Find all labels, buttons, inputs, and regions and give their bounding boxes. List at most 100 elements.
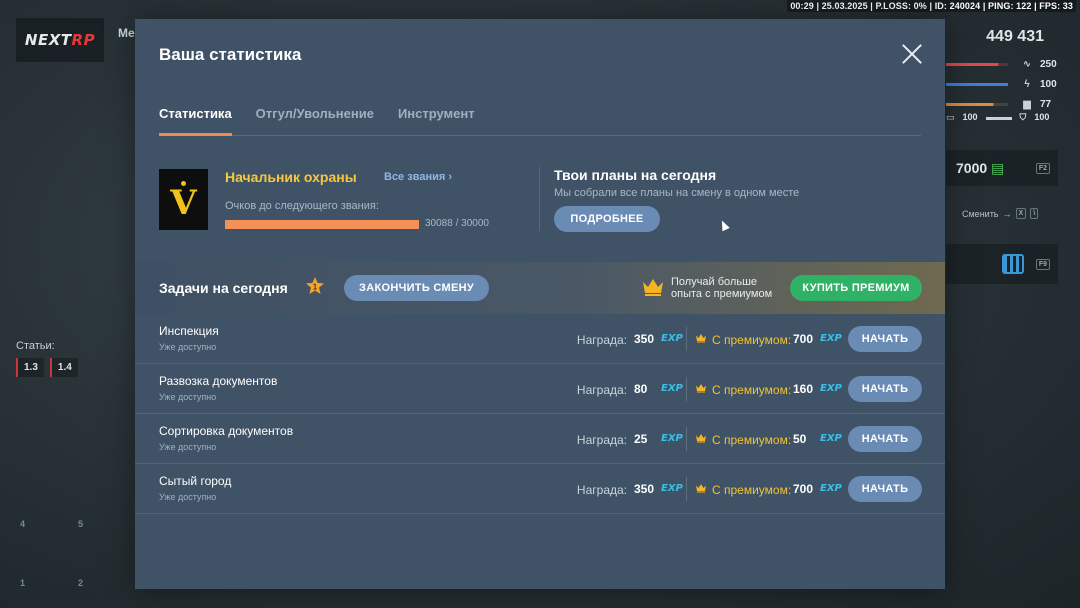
modal-title: Ваша статистика: [159, 45, 302, 64]
hud-cash-value: 7000 ▤: [956, 160, 1004, 177]
hud-food-row: ▆ 77: [946, 94, 1066, 114]
task-status: Уже доступно: [159, 392, 217, 402]
premium-promo-text: Получай больше опыта с премиумом: [671, 276, 772, 300]
start-task-button[interactable]: НАЧАТЬ: [848, 326, 922, 352]
exp-icon: EXP: [661, 433, 683, 444]
cash-hotkey: F2: [1035, 162, 1050, 174]
row-separator: [686, 327, 687, 351]
exp-icon: EXP: [820, 433, 842, 444]
calendar-icon: [1001, 254, 1024, 274]
section-divider: [539, 167, 540, 231]
start-task-button[interactable]: НАЧАТЬ: [848, 376, 922, 402]
exp-icon: EXP: [661, 333, 683, 344]
task-row: Сытый город Уже доступно Награда: 350 EX…: [135, 464, 945, 514]
calendar-hotkey: F9: [1035, 258, 1050, 270]
crown-icon: [696, 434, 706, 443]
premium-reward-value: 700: [793, 482, 814, 496]
mouse-cursor-icon: [718, 218, 730, 232]
finish-shift-button[interactable]: ЗАКОНЧИТЬ СМЕНУ: [344, 275, 489, 301]
points-label: Очков до следующего звания:: [225, 200, 379, 212]
crown-icon: [696, 384, 706, 393]
premium-reward-label: С премиумом:: [712, 333, 792, 347]
task-row: Инспекция Уже доступно Награда: 350 EXP …: [135, 314, 945, 364]
rank-name: Начальник охраны: [225, 169, 357, 185]
tab-leave-dismissal[interactable]: Отгул/Увольнение: [256, 106, 374, 136]
close-icon[interactable]: [901, 43, 923, 65]
premium-reward-label: С премиумом:: [712, 383, 792, 397]
lightning-icon: ϟ: [1024, 78, 1030, 90]
buy-premium-button[interactable]: КУПИТЬ ПРЕМИУМ: [790, 275, 922, 301]
articles-label: Статьи:: [16, 340, 55, 352]
reward-value: 25: [634, 432, 648, 446]
row-separator: [686, 377, 687, 401]
health-value: 250: [1040, 58, 1057, 70]
hud-articles: Статьи: 1.3 1.4: [16, 340, 78, 377]
statistics-modal: Ваша статистика Статистика Отгул/Увольне…: [135, 19, 945, 589]
hud-armor: ▭ 100 ⛉ 100: [946, 112, 1049, 123]
plans-title: Твои планы на сегодня: [554, 167, 717, 183]
exp-icon: EXP: [661, 483, 683, 494]
crown-icon: [696, 484, 706, 493]
plans-subtitle: Мы собрали все планы на смену в одном ме…: [554, 187, 800, 199]
hud-stat-bars: ∿ 250 ϟ 100 ▆ 77: [946, 54, 1066, 114]
premium-promo-line1: Получай больше: [671, 276, 758, 288]
reward-label: Награда:: [576, 483, 627, 497]
all-ranks-link[interactable]: Все звания ›: [384, 171, 452, 183]
change-key-1: X: [1015, 208, 1027, 219]
task-status: Уже доступно: [159, 442, 217, 452]
rank-progress-fill: [225, 220, 419, 229]
row-separator: [686, 427, 687, 451]
premium-reward-value: 700: [793, 332, 814, 346]
energy-value: 100: [1040, 78, 1057, 90]
task-row: Развозка документов Уже доступно Награда…: [135, 364, 945, 414]
start-task-button[interactable]: НАЧАТЬ: [848, 426, 922, 452]
premium-reward-value: 50: [793, 432, 807, 446]
task-name: Сытый город: [159, 474, 232, 488]
star-number: 1: [313, 283, 318, 292]
food-value: 77: [1040, 98, 1052, 110]
armor-left-value: 100: [962, 112, 978, 122]
logo-accent-text: RP: [71, 31, 96, 49]
tab-tool[interactable]: Инструмент: [398, 106, 475, 136]
tab-bar: Статистика Отгул/Увольнение Инструмент: [159, 106, 921, 136]
arrow-right-icon: →: [1002, 208, 1012, 219]
heartbeat-icon: ∿: [1022, 58, 1032, 70]
exp-icon: EXP: [661, 383, 683, 394]
reward-label: Награда:: [576, 433, 627, 447]
hud-cash-box: 7000 ▤ F2: [946, 150, 1058, 186]
reward-value: 80: [634, 382, 648, 396]
task-name: Инспекция: [159, 324, 219, 338]
hud-health-row: ∿ 250: [946, 54, 1066, 74]
start-task-button[interactable]: НАЧАТЬ: [848, 476, 922, 502]
slot-number: 1: [20, 578, 26, 588]
hud-info-bar: 00:29 | 25.03.2025 | P.LOSS: 0% | ID: 24…: [787, 0, 1076, 12]
premium-reward-label: С премиумом:: [712, 433, 792, 447]
change-label: Сменить: [962, 208, 999, 219]
premium-reward-value: 160: [793, 382, 814, 396]
tab-statistics[interactable]: Статистика: [159, 106, 232, 136]
rank-insignia-icon: V: [159, 169, 208, 230]
slot-number: 4: [20, 519, 26, 529]
exp-icon: EXP: [820, 383, 842, 394]
armor-left-icon: ▭: [946, 112, 955, 122]
exp-icon: EXP: [820, 483, 842, 494]
hud-energy-row: ϟ 100: [946, 74, 1066, 94]
row-separator: [686, 477, 687, 501]
exp-icon: EXP: [820, 333, 842, 344]
premium-reward-label: С премиумом:: [712, 483, 792, 497]
slot-number: 2: [78, 578, 84, 588]
article-chip: 1.3: [16, 358, 44, 377]
reward-value: 350: [634, 332, 655, 346]
rank-progress-bar: [225, 220, 419, 229]
task-status: Уже доступно: [159, 342, 217, 352]
armor-bar: [985, 117, 1012, 120]
task-name: Сортировка документов: [159, 424, 294, 438]
slot-number: 5: [78, 519, 84, 529]
food-bar: [946, 102, 1008, 106]
more-details-button[interactable]: ПОДРОБНЕЕ: [554, 206, 660, 232]
rank-progress-text: 30088 / 30000: [425, 218, 489, 229]
star-icon: 1: [306, 277, 324, 294]
hud-change-hint: Сменить → X \: [962, 208, 1039, 219]
task-row: Сортировка документов Уже доступно Награ…: [135, 414, 945, 464]
change-key-2: \: [1030, 208, 1039, 219]
